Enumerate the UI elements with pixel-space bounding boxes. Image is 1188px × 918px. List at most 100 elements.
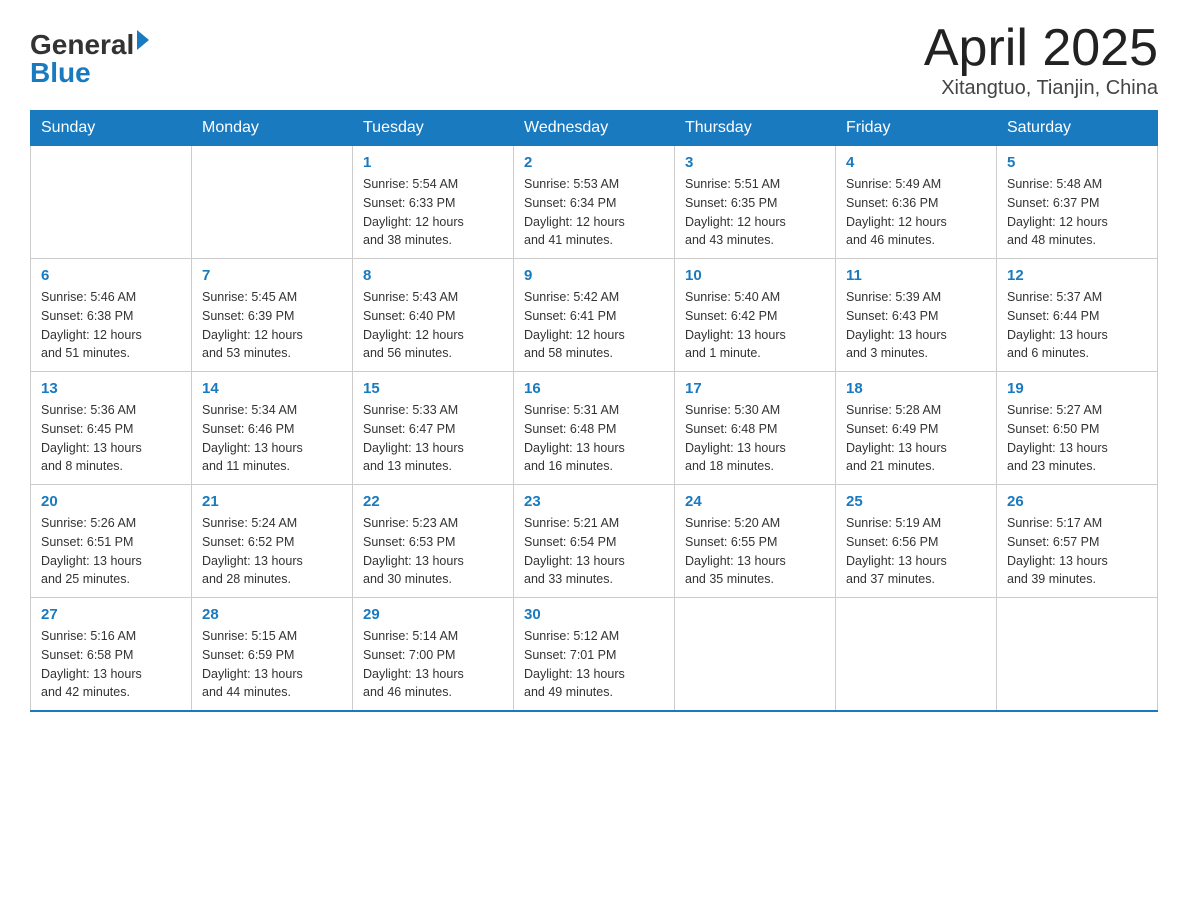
- page-header: General Blue April 2025 Xitangtuo, Tianj…: [30, 20, 1158, 100]
- day-info: Sunrise: 5:54 AM Sunset: 6:33 PM Dayligh…: [363, 175, 503, 250]
- day-number: 13: [41, 380, 181, 397]
- calendar-cell: 21 Sunrise: 5:24 AM Sunset: 6:52 PM Dayli…: [192, 485, 353, 598]
- calendar-cell: [836, 598, 997, 712]
- day-number: 3: [685, 154, 825, 171]
- day-number: 2: [524, 154, 664, 171]
- day-info: Sunrise: 5:28 AM Sunset: 6:49 PM Dayligh…: [846, 401, 986, 476]
- day-number: 5: [1007, 154, 1147, 171]
- calendar-cell: 10 Sunrise: 5:40 AM Sunset: 6:42 PM Dayli…: [675, 259, 836, 372]
- day-info: Sunrise: 5:19 AM Sunset: 6:56 PM Dayligh…: [846, 514, 986, 589]
- day-number: 21: [202, 493, 342, 510]
- day-number: 15: [363, 380, 503, 397]
- day-number: 6: [41, 267, 181, 284]
- day-info: Sunrise: 5:14 AM Sunset: 7:00 PM Dayligh…: [363, 627, 503, 702]
- day-number: 25: [846, 493, 986, 510]
- calendar-cell: 5 Sunrise: 5:48 AM Sunset: 6:37 PM Daylig…: [997, 146, 1158, 259]
- day-number: 10: [685, 267, 825, 284]
- title-block: April 2025 Xitangtuo, Tianjin, China: [924, 20, 1158, 100]
- calendar-cell: 6 Sunrise: 5:46 AM Sunset: 6:38 PM Daylig…: [31, 259, 192, 372]
- day-info: Sunrise: 5:46 AM Sunset: 6:38 PM Dayligh…: [41, 288, 181, 363]
- day-info: Sunrise: 5:40 AM Sunset: 6:42 PM Dayligh…: [685, 288, 825, 363]
- calendar-cell: [675, 598, 836, 712]
- day-number: 18: [846, 380, 986, 397]
- calendar-cell: 3 Sunrise: 5:51 AM Sunset: 6:35 PM Daylig…: [675, 146, 836, 259]
- day-info: Sunrise: 5:23 AM Sunset: 6:53 PM Dayligh…: [363, 514, 503, 589]
- calendar-cell: 24 Sunrise: 5:20 AM Sunset: 6:55 PM Dayli…: [675, 485, 836, 598]
- day-info: Sunrise: 5:48 AM Sunset: 6:37 PM Dayligh…: [1007, 175, 1147, 250]
- calendar-subtitle: Xitangtuo, Tianjin, China: [924, 77, 1158, 100]
- calendar-week-row: 13Sunrise: 5:36 AM Sunset: 6:45 PM Dayli…: [31, 372, 1158, 485]
- calendar-table: SundayMondayTuesdayWednesdayThursdayFrid…: [30, 110, 1158, 712]
- day-info: Sunrise: 5:16 AM Sunset: 6:58 PM Dayligh…: [41, 627, 181, 702]
- logo-arrow-icon: [137, 30, 149, 50]
- calendar-cell: 27Sunrise: 5:16 AM Sunset: 6:58 PM Dayli…: [31, 598, 192, 712]
- day-number: 4: [846, 154, 986, 171]
- day-info: Sunrise: 5:33 AM Sunset: 6:47 PM Dayligh…: [363, 401, 503, 476]
- day-info: Sunrise: 5:24 AM Sunset: 6:52 PM Dayligh…: [202, 514, 342, 589]
- day-number: 26: [1007, 493, 1147, 510]
- calendar-cell: 20 Sunrise: 5:26 AM Sunset: 6:51 PM Dayli…: [31, 485, 192, 598]
- calendar-cell: [997, 598, 1158, 712]
- calendar-cell: 28 Sunrise: 5:15 AM Sunset: 6:59 PM Dayli…: [192, 598, 353, 712]
- day-number: 23: [524, 493, 664, 510]
- calendar-week-row: 20 Sunrise: 5:26 AM Sunset: 6:51 PM Dayli…: [31, 485, 1158, 598]
- day-info: Sunrise: 5:37 AM Sunset: 6:44 PM Dayligh…: [1007, 288, 1147, 363]
- day-info: Sunrise: 5:49 AM Sunset: 6:36 PM Dayligh…: [846, 175, 986, 250]
- calendar-cell: 1 Sunrise: 5:54 AM Sunset: 6:33 PM Daylig…: [353, 146, 514, 259]
- calendar-week-row: 6 Sunrise: 5:46 AM Sunset: 6:38 PM Daylig…: [31, 259, 1158, 372]
- day-info: Sunrise: 5:42 AM Sunset: 6:41 PM Dayligh…: [524, 288, 664, 363]
- calendar-cell: 29Sunrise: 5:14 AM Sunset: 7:00 PM Dayli…: [353, 598, 514, 712]
- logo-blue-text: Blue: [30, 57, 91, 88]
- day-number: 17: [685, 380, 825, 397]
- calendar-week-row: 27Sunrise: 5:16 AM Sunset: 6:58 PM Dayli…: [31, 598, 1158, 712]
- day-number: 16: [524, 380, 664, 397]
- day-info: Sunrise: 5:45 AM Sunset: 6:39 PM Dayligh…: [202, 288, 342, 363]
- day-info: Sunrise: 5:26 AM Sunset: 6:51 PM Dayligh…: [41, 514, 181, 589]
- day-number: 19: [1007, 380, 1147, 397]
- calendar-cell: 14 Sunrise: 5:34 AM Sunset: 6:46 PM Dayli…: [192, 372, 353, 485]
- day-of-week-header: Wednesday: [514, 111, 675, 146]
- calendar-cell: 12 Sunrise: 5:37 AM Sunset: 6:44 PM Dayli…: [997, 259, 1158, 372]
- day-info: Sunrise: 5:15 AM Sunset: 6:59 PM Dayligh…: [202, 627, 342, 702]
- day-info: Sunrise: 5:51 AM Sunset: 6:35 PM Dayligh…: [685, 175, 825, 250]
- logo: General Blue: [30, 30, 149, 87]
- calendar-cell: 2 Sunrise: 5:53 AM Sunset: 6:34 PM Daylig…: [514, 146, 675, 259]
- day-number: 20: [41, 493, 181, 510]
- calendar-cell: 26 Sunrise: 5:17 AM Sunset: 6:57 PM Dayli…: [997, 485, 1158, 598]
- day-info: Sunrise: 5:27 AM Sunset: 6:50 PM Dayligh…: [1007, 401, 1147, 476]
- day-number: 24: [685, 493, 825, 510]
- day-info: Sunrise: 5:31 AM Sunset: 6:48 PM Dayligh…: [524, 401, 664, 476]
- day-number: 14: [202, 380, 342, 397]
- day-number: 12: [1007, 267, 1147, 284]
- calendar-cell: 9 Sunrise: 5:42 AM Sunset: 6:41 PM Daylig…: [514, 259, 675, 372]
- day-info: Sunrise: 5:43 AM Sunset: 6:40 PM Dayligh…: [363, 288, 503, 363]
- day-info: Sunrise: 5:17 AM Sunset: 6:57 PM Dayligh…: [1007, 514, 1147, 589]
- calendar-header-row: SundayMondayTuesdayWednesdayThursdayFrid…: [31, 111, 1158, 146]
- calendar-cell: 22 Sunrise: 5:23 AM Sunset: 6:53 PM Dayli…: [353, 485, 514, 598]
- calendar-cell: [192, 146, 353, 259]
- day-info: Sunrise: 5:20 AM Sunset: 6:55 PM Dayligh…: [685, 514, 825, 589]
- calendar-cell: 16 Sunrise: 5:31 AM Sunset: 6:48 PM Dayli…: [514, 372, 675, 485]
- day-of-week-header: Saturday: [997, 111, 1158, 146]
- day-number: 22: [363, 493, 503, 510]
- day-info: Sunrise: 5:21 AM Sunset: 6:54 PM Dayligh…: [524, 514, 664, 589]
- calendar-cell: 15 Sunrise: 5:33 AM Sunset: 6:47 PM Dayli…: [353, 372, 514, 485]
- day-of-week-header: Monday: [192, 111, 353, 146]
- calendar-cell: 8Sunrise: 5:43 AM Sunset: 6:40 PM Daylig…: [353, 259, 514, 372]
- day-info: Sunrise: 5:34 AM Sunset: 6:46 PM Dayligh…: [202, 401, 342, 476]
- day-number: 1: [363, 154, 503, 171]
- logo-general-text: General: [30, 29, 134, 60]
- day-number: 9: [524, 267, 664, 284]
- calendar-cell: [31, 146, 192, 259]
- day-of-week-header: Sunday: [31, 111, 192, 146]
- calendar-cell: 17Sunrise: 5:30 AM Sunset: 6:48 PM Dayli…: [675, 372, 836, 485]
- calendar-cell: 13Sunrise: 5:36 AM Sunset: 6:45 PM Dayli…: [31, 372, 192, 485]
- day-info: Sunrise: 5:12 AM Sunset: 7:01 PM Dayligh…: [524, 627, 664, 702]
- day-number: 28: [202, 606, 342, 623]
- day-info: Sunrise: 5:53 AM Sunset: 6:34 PM Dayligh…: [524, 175, 664, 250]
- calendar-cell: 18 Sunrise: 5:28 AM Sunset: 6:49 PM Dayli…: [836, 372, 997, 485]
- calendar-week-row: 1 Sunrise: 5:54 AM Sunset: 6:33 PM Daylig…: [31, 146, 1158, 259]
- day-of-week-header: Thursday: [675, 111, 836, 146]
- day-info: Sunrise: 5:39 AM Sunset: 6:43 PM Dayligh…: [846, 288, 986, 363]
- calendar-cell: 19 Sunrise: 5:27 AM Sunset: 6:50 PM Dayli…: [997, 372, 1158, 485]
